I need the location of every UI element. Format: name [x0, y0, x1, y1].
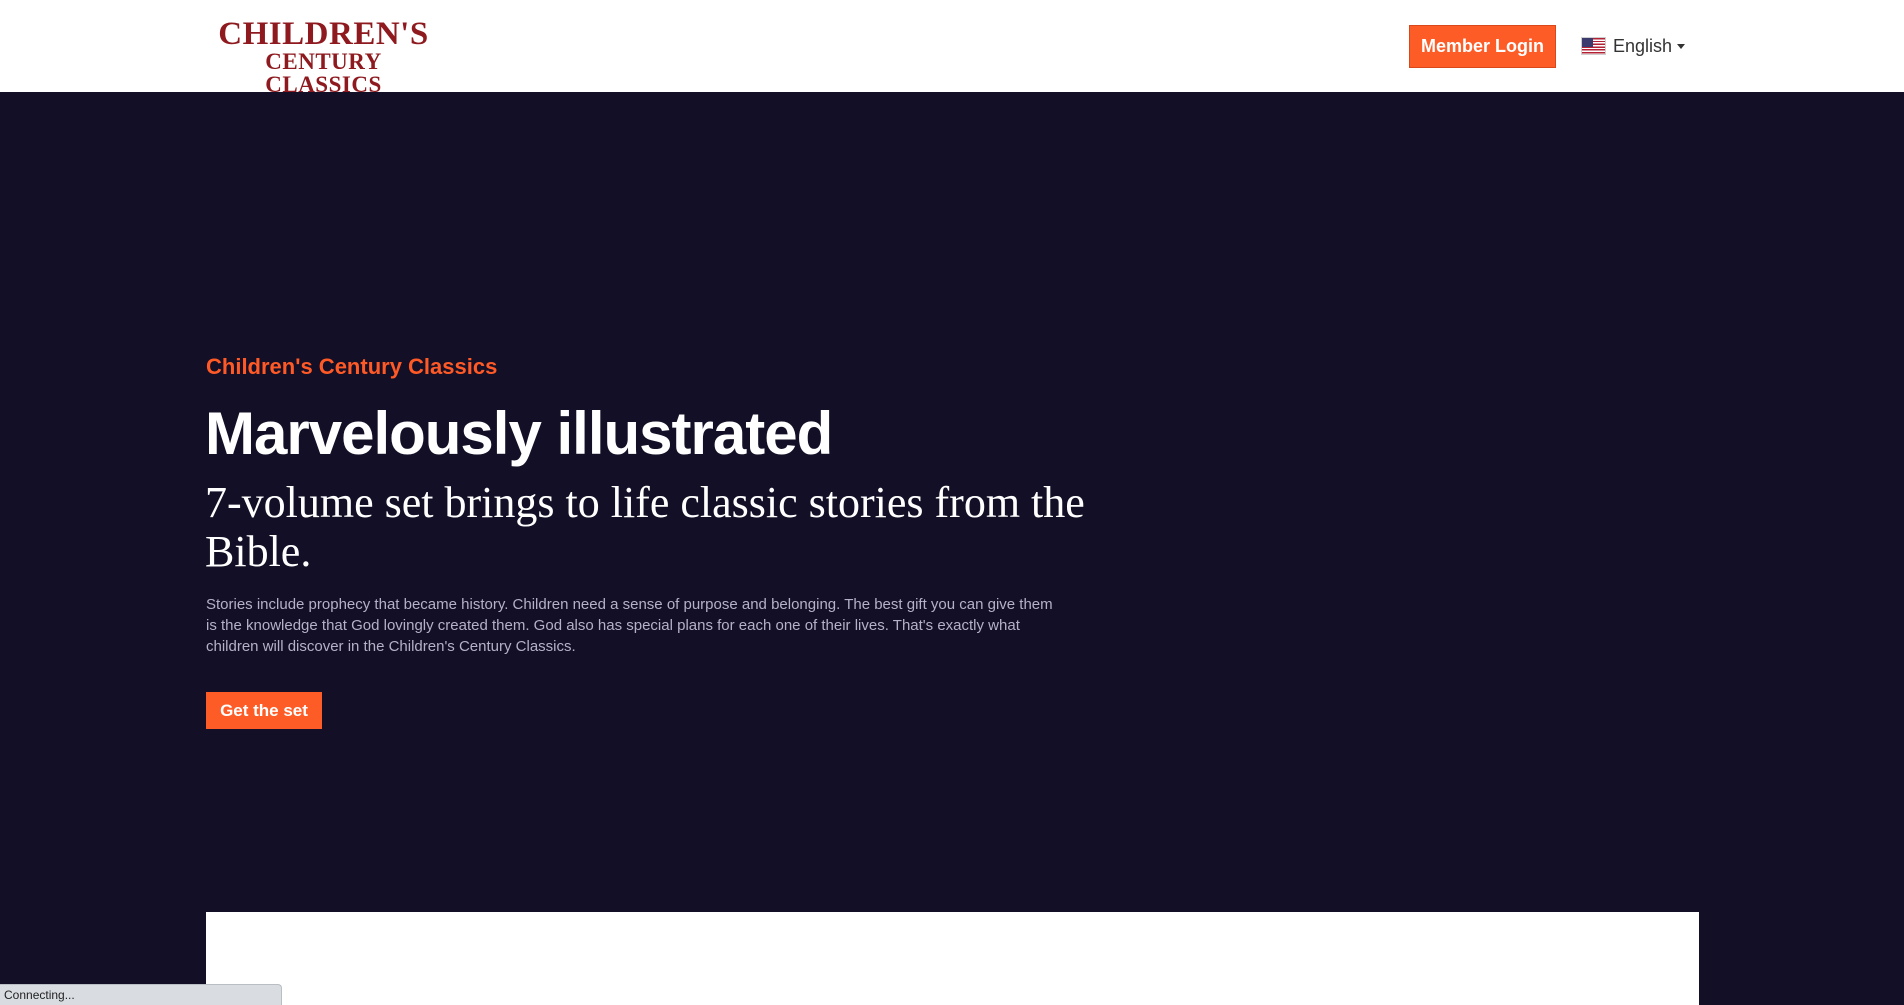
- content-panel: [206, 912, 1699, 1005]
- get-the-set-button[interactable]: Get the set: [206, 692, 322, 729]
- hero-title: Marvelously illustrated: [205, 400, 833, 467]
- language-selector[interactable]: English: [1581, 34, 1686, 58]
- hero-eyebrow: Children's Century Classics: [206, 354, 498, 379]
- site-header: CHILDREN'S CENTURY CLASSICS Member Login…: [0, 0, 1904, 97]
- language-label: English: [1613, 35, 1673, 56]
- hero-subtitle: 7-volume set brings to life classic stor…: [205, 478, 1085, 576]
- us-flag-icon: [1581, 37, 1606, 55]
- logo-line-1: CHILDREN'S: [218, 16, 429, 52]
- browser-status-bar: Connecting...: [0, 984, 282, 1005]
- hero-body-text: Stories include prophecy that became his…: [206, 596, 1053, 655]
- member-login-button[interactable]: Member Login: [1409, 25, 1556, 68]
- site-logo[interactable]: CHILDREN'S CENTURY CLASSICS: [211, 16, 436, 97]
- logo-line-2: CENTURY CLASSICS: [265, 49, 382, 97]
- caret-down-icon: [1677, 43, 1686, 49]
